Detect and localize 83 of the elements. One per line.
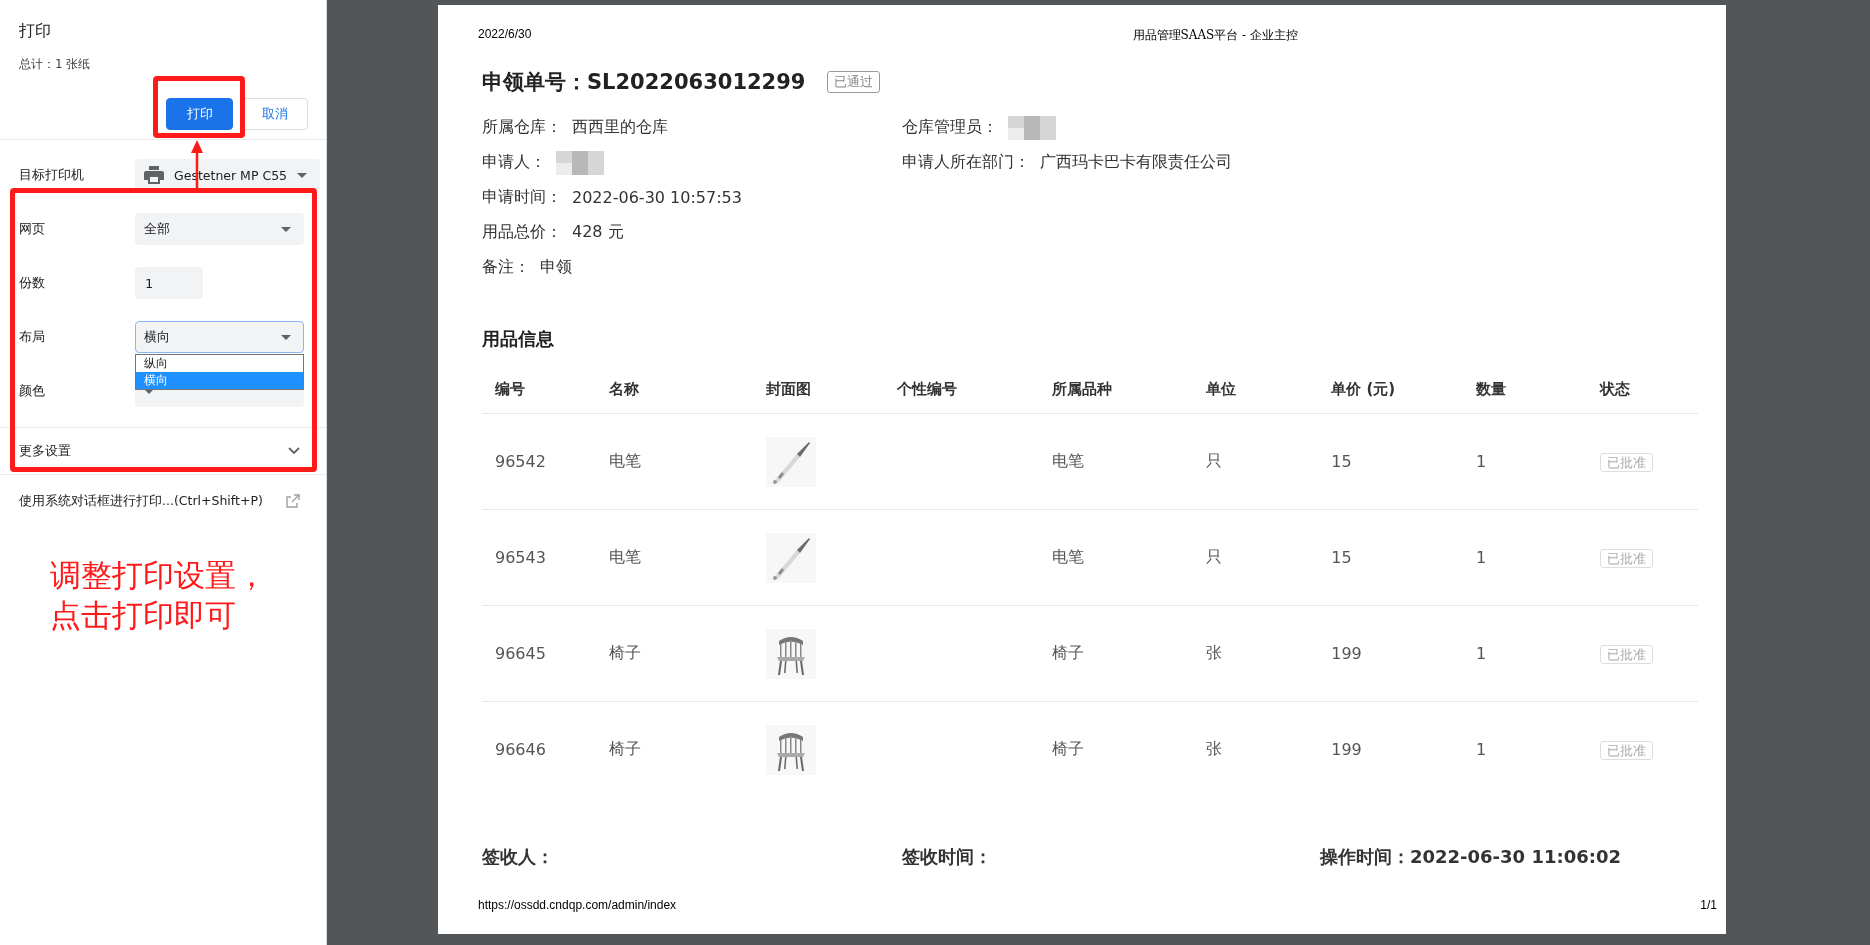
table-cell: 1	[1462, 413, 1587, 510]
table-cell: 1	[1462, 605, 1587, 702]
field-label: 所属仓库：	[482, 117, 562, 138]
table-cell: 电笔	[1039, 413, 1194, 510]
column-header: 单位	[1193, 365, 1319, 414]
sheet-count: 总计：1 张纸	[18, 56, 92, 73]
setting-label: 份数	[19, 274, 46, 292]
panel-title: 打印	[18, 20, 52, 42]
dropdown-select[interactable]: 横向	[135, 321, 304, 353]
page-header-title: 用品管理SAAS平台 - 企业主控	[1132, 27, 1298, 44]
status-tag: 已批准	[1599, 452, 1653, 472]
table-cell: 96543	[482, 509, 597, 606]
table-cell: 96646	[482, 701, 597, 797]
table-cell: 电笔	[1039, 509, 1194, 606]
field-value: 申领	[540, 257, 572, 278]
dropdown-arrow-icon	[297, 172, 308, 178]
printer-icon	[144, 166, 164, 184]
table-cell: 电笔	[596, 509, 753, 606]
column-header: 名称	[596, 365, 753, 414]
field-label: 申请人所在部门：	[902, 152, 1030, 173]
column-header: 个性编号	[884, 365, 1040, 414]
external-link-icon	[286, 494, 300, 508]
chevron-down-icon[interactable]	[288, 447, 300, 455]
column-header: 单价 (元)	[1318, 365, 1463, 414]
status-tag: 已批准	[1599, 548, 1653, 568]
table-cell: 96645	[482, 605, 597, 702]
table-cell: 1	[1462, 701, 1587, 797]
section-title: 用品信息	[482, 327, 555, 351]
order-number: 申领单号：SL2022063012299	[482, 69, 806, 96]
column-header: 编号	[482, 365, 597, 414]
column-header: 数量	[1462, 365, 1587, 414]
status-tag: 已通过	[827, 71, 881, 93]
page-url: https://ossdd.cndqp.com/admin/index	[478, 898, 677, 912]
field-label: 仓库管理员：	[902, 117, 998, 138]
setting-label: 颜色	[19, 382, 46, 400]
setting-label: 布局	[19, 328, 46, 346]
setting-label: 目标打印机	[19, 166, 85, 184]
dropdown-option[interactable]: 纵向	[136, 355, 303, 372]
print-button[interactable]: 打印	[166, 98, 233, 130]
table-cell: 15	[1318, 509, 1463, 606]
signature-field: 操作时间：2022-06-30 11:06:02	[1320, 845, 1621, 869]
page-number: 1/1	[1700, 898, 1717, 912]
column-header: 状态	[1586, 365, 1698, 414]
cancel-button[interactable]: 取消	[242, 98, 308, 130]
table-cell: 电笔	[596, 413, 753, 510]
status-tag: 已批准	[1599, 740, 1653, 760]
table-cell: 96542	[482, 413, 597, 510]
table-cell: 椅子	[596, 701, 753, 797]
more-settings-toggle[interactable]: 更多设置	[19, 442, 71, 460]
table-cell: 椅子	[596, 605, 753, 702]
signature-field: 签收人：	[482, 845, 902, 869]
table-cell: 只	[1193, 413, 1319, 510]
table-cell: 张	[1193, 701, 1319, 797]
column-header: 所属品种	[1039, 365, 1194, 414]
status-tag: 已批准	[1599, 644, 1653, 664]
field-label: 备注：	[482, 257, 530, 278]
setting-label: 网页	[19, 220, 46, 238]
field-label: 申请人：	[482, 152, 546, 173]
dropdown-select[interactable]: 全部	[135, 213, 304, 245]
table-cell: 张	[1193, 605, 1319, 702]
copies-field[interactable]: 1	[135, 267, 203, 299]
table-cell: 199	[1318, 701, 1463, 797]
table-cell: 只	[1193, 509, 1319, 606]
field-value: 西西里的仓库	[572, 117, 668, 138]
table-cell: 椅子	[1039, 605, 1194, 702]
dropdown-arrow-icon	[281, 226, 291, 232]
dropdown-arrow-icon	[281, 334, 291, 340]
field-value: 428 元	[572, 222, 624, 243]
field-value: 2022-06-30 10:57:53	[572, 188, 742, 207]
table-cell: 椅子	[1039, 701, 1194, 797]
field-label: 申请时间：	[482, 187, 562, 208]
signature-field: 签收时间：	[902, 845, 1320, 869]
annotation-text: 点击打印即可	[50, 596, 237, 635]
dropdown-arrow-icon	[144, 388, 154, 394]
field-value: 广西玛卡巴卡有限责任公司	[1040, 152, 1232, 173]
column-header: 封面图	[753, 365, 885, 414]
print-date: 2022/6/30	[478, 27, 532, 43]
table-cell: 15	[1318, 413, 1463, 510]
table-cell: 1	[1462, 509, 1587, 606]
system-dialog-link[interactable]: 使用系统对话框进行打印...(Ctrl+Shift+P)	[19, 492, 263, 510]
field-label: 用品总价：	[482, 222, 562, 243]
table-cell: 199	[1318, 605, 1463, 702]
annotation-text: 调整打印设置，	[50, 556, 268, 595]
